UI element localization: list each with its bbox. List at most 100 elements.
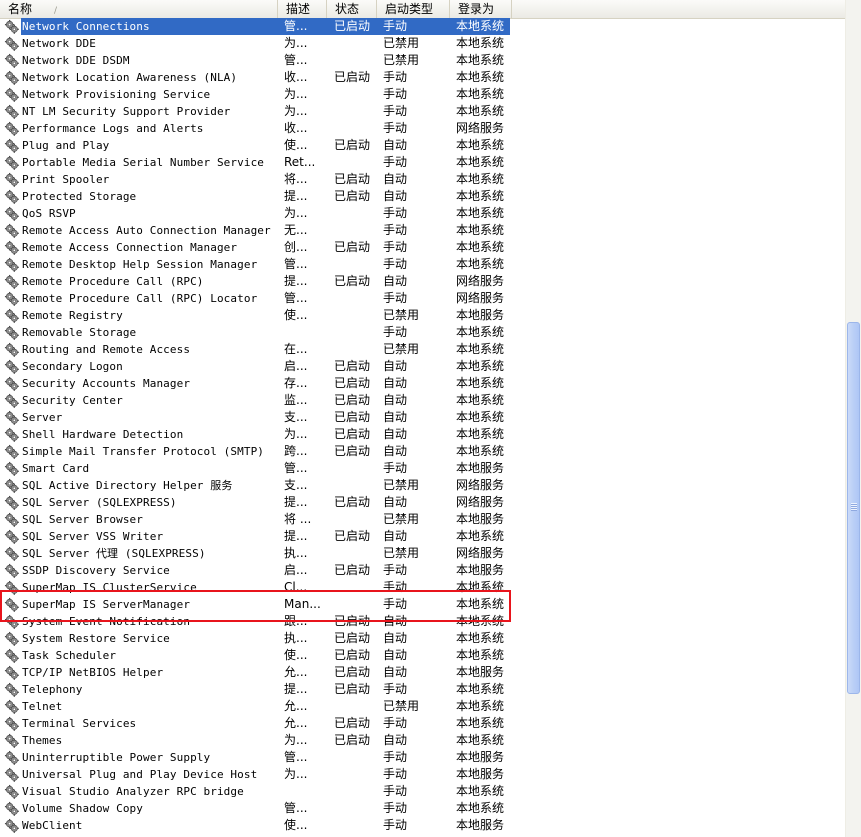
table-row[interactable]: Print Spooler 将... 已启动 自动 本地系统 [0, 171, 845, 188]
service-status: 已启动 [334, 359, 371, 373]
table-row[interactable]: SQL Server VSS Writer 提... 已启动 自动 本地系统 [0, 528, 845, 545]
service-startup-type: 自动 [383, 444, 408, 458]
table-row[interactable]: Themes 为... 已启动 自动 本地系统 [0, 732, 845, 749]
gear-icon [4, 393, 19, 408]
table-row[interactable]: Protected Storage 提... 已启动 自动 本地系统 [0, 188, 845, 205]
service-description: 将 ... [284, 512, 312, 526]
service-name: Remote Procedure Call (RPC) [22, 275, 204, 288]
service-name: QoS RSVP [22, 207, 76, 220]
column-header-startup-type[interactable]: 启动类型 [377, 0, 450, 18]
table-row[interactable]: Universal Plug and Play Device Host 为... 手… [0, 766, 845, 783]
table-row[interactable]: Remote Registry 使... 已禁用 本地服务 [0, 307, 845, 324]
scrollbar-thumb[interactable] [847, 322, 860, 694]
column-header-logon-as[interactable]: 登录为 [450, 0, 512, 18]
table-row[interactable]: Portable Media Serial Number Service Ret.… [0, 154, 845, 171]
services-list[interactable]: 名称 / 描述 状态 启动类型 登录为 Network Connections 管.… [0, 0, 845, 837]
gear-icon [4, 427, 19, 442]
table-row[interactable]: QoS RSVP 为... 手动 本地系统 [0, 205, 845, 222]
service-status: 已启动 [334, 189, 371, 203]
service-name: Plug and Play [22, 139, 110, 152]
service-status: 已启动 [334, 70, 371, 84]
table-row[interactable]: NT LM Security Support Provider 为... 手动 本地系… [0, 103, 845, 120]
service-logon-as: 本地系统 [456, 359, 505, 373]
service-description: 启... [284, 359, 308, 373]
gear-icon [4, 512, 19, 527]
vertical-scrollbar[interactable] [845, 0, 861, 837]
table-row[interactable]: WebClient 使... 手动 本地服务 [0, 817, 845, 834]
table-row[interactable]: Remote Procedure Call (RPC) 提... 已启动 自动 网络服务 [0, 273, 845, 290]
service-status [334, 222, 378, 239]
table-row[interactable]: Remote Access Auto Connection Manager 无..… [0, 222, 845, 239]
service-name: SSDP Discovery Service [22, 564, 170, 577]
service-logon-as: 本地系统 [456, 376, 505, 390]
column-header-name[interactable]: 名称 / [0, 0, 278, 18]
table-row[interactable]: Network Location Awareness (NLA) 收... 已启动手… [0, 69, 845, 86]
service-startup-type: 自动 [383, 529, 408, 543]
gear-icon [4, 461, 19, 476]
service-logon-as: 本地系统 [456, 189, 505, 203]
service-startup-type: 手动 [383, 104, 408, 118]
table-row[interactable]: Network Provisioning Service 为... 手动 本地系统 [0, 86, 845, 103]
gear-icon [4, 665, 19, 680]
table-row[interactable]: Network Connections 管... 已启动 手动 本地系统 [0, 18, 845, 35]
gear-icon [4, 342, 19, 357]
service-name: Removable Storage [22, 326, 137, 339]
table-row[interactable]: SQL Active Directory Helper 服务 支... 已禁用 网络服… [0, 477, 845, 494]
table-row[interactable]: Removable Storage 手动 本地系统 [0, 324, 845, 341]
table-row[interactable]: Performance Logs and Alerts 收... 手动 网络服务 [0, 120, 845, 137]
column-header-status[interactable]: 状态 [327, 0, 377, 18]
service-startup-type: 自动 [383, 376, 408, 390]
service-startup-type: 自动 [383, 138, 408, 152]
table-row[interactable]: Network DDE 为... 已禁用 本地系统 [0, 35, 845, 52]
table-row[interactable]: Security Center 监... 已启动 自动 本地系统 [0, 392, 845, 409]
table-row[interactable]: Simple Mail Transfer Protocol (SMTP) 跨...… [0, 443, 845, 460]
service-status: 已启动 [334, 495, 371, 509]
table-row[interactable]: Network DDE DSDM 管... 已禁用 本地系统 [0, 52, 845, 69]
service-logon-as: 网络服务 [456, 478, 505, 492]
table-row[interactable]: Volume Shadow Copy 管... 手动 本地系统 [0, 800, 845, 817]
table-row[interactable]: Terminal Services 允... 已启动 手动 本地系统 [0, 715, 845, 732]
service-name: SQL Active Directory Helper 服务 [22, 479, 233, 492]
service-startup-type: 手动 [383, 682, 408, 696]
table-row[interactable]: Telephony 提... 已启动 手动 本地系统 [0, 681, 845, 698]
table-row[interactable]: Task Scheduler 使... 已启动 自动 本地系统 [0, 647, 845, 664]
service-status: 已启动 [334, 393, 371, 407]
table-row[interactable]: Telnet 允... 已禁用 本地系统 [0, 698, 845, 715]
table-row[interactable]: Shell Hardware Detection 为... 已启动 自动 本地系统 [0, 426, 845, 443]
table-row[interactable]: Visual Studio Analyzer RPC bridge 手动 本地系统 [0, 783, 845, 800]
service-description [284, 324, 328, 341]
table-row[interactable]: Uninterruptible Power Supply 管... 手动 本地服务 [0, 749, 845, 766]
table-row[interactable]: Security Accounts Manager 存... 已启动 自动 本地系统 [0, 375, 845, 392]
table-row[interactable]: SQL Server 代理 (SQLEXPRESS) 执... 已禁用 网络服务 [0, 545, 845, 562]
gear-icon [4, 70, 19, 85]
service-name: Uninterruptible Power Supply [22, 751, 211, 764]
service-name: Remote Desktop Help Session Manager [22, 258, 258, 271]
table-row[interactable]: Routing and Remote Access 在... 已禁用 本地系统 [0, 341, 845, 358]
gear-icon [4, 121, 19, 136]
service-name: SQL Server Browser [22, 513, 144, 526]
service-startup-type: 已禁用 [383, 308, 420, 322]
service-description: 收... [284, 121, 308, 135]
gear-icon [4, 784, 19, 799]
gear-icon [4, 716, 19, 731]
table-row[interactable]: Secondary Logon 启... 已启动 自动 本地系统 [0, 358, 845, 375]
service-startup-type: 手动 [383, 87, 408, 101]
service-name: SQL Server VSS Writer [22, 530, 164, 543]
table-row[interactable]: Smart Card 管... 手动 本地服务 [0, 460, 845, 477]
table-row[interactable]: Server 支... 已启动 自动 本地系统 [0, 409, 845, 426]
service-startup-type: 自动 [383, 172, 408, 186]
table-row[interactable]: SSDP Discovery Service 启... 已启动 手动 本地服务 [0, 562, 845, 579]
column-header-status-label: 状态 [335, 2, 360, 16]
service-name: Performance Logs and Alerts [22, 122, 204, 135]
table-row[interactable]: SQL Server (SQLEXPRESS) 提... 已启动 自动 网络服务 [0, 494, 845, 511]
table-row[interactable]: Plug and Play 使... 已启动 自动 本地系统 [0, 137, 845, 154]
table-row[interactable]: Remote Access Connection Manager 创... 已启动手… [0, 239, 845, 256]
table-row[interactable]: TCP/IP NetBIOS Helper 允... 已启动 自动 本地服务 [0, 664, 845, 681]
table-row[interactable]: Remote Procedure Call (RPC) Locator 管... 手… [0, 290, 845, 307]
service-description: 管... [284, 257, 308, 271]
column-header-description[interactable]: 描述 [278, 0, 327, 18]
table-row[interactable]: Remote Desktop Help Session Manager 管... 手… [0, 256, 845, 273]
service-logon-as: 本地系统 [456, 206, 505, 220]
table-row[interactable]: System Restore Service 执... 已启动 自动 本地系统 [0, 630, 845, 647]
table-row[interactable]: SQL Server Browser 将 ... 已禁用 本地服务 [0, 511, 845, 528]
